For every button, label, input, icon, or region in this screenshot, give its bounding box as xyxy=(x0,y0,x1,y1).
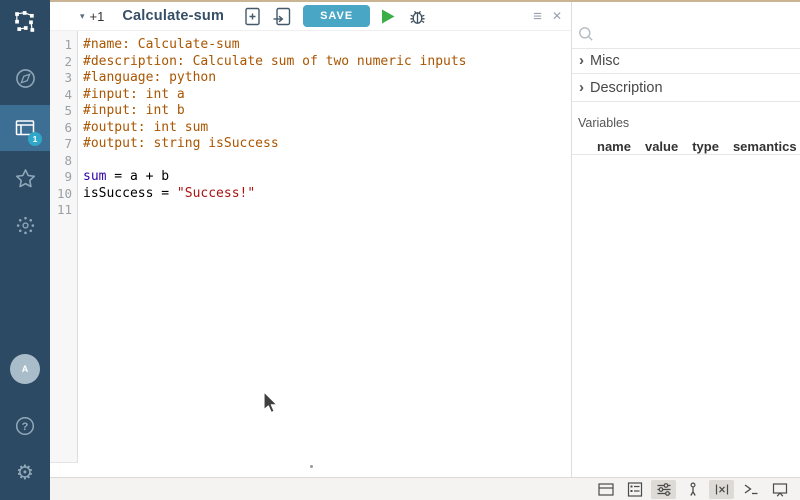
editor-toolbar: ▾ +1 Calculate-sum xyxy=(50,2,571,31)
line-number: 10 xyxy=(50,186,77,203)
line-number: 2 xyxy=(50,54,77,71)
person-button[interactable] xyxy=(680,480,705,499)
workspace-count-badge: 1 xyxy=(28,132,42,146)
sidebar-item-favorites[interactable] xyxy=(0,158,50,198)
code-line[interactable]: #input: int a xyxy=(83,87,467,104)
chevron-right-icon xyxy=(579,52,590,70)
code-line[interactable]: sum = a + b xyxy=(83,169,467,186)
code-line[interactable]: #name: Calculate-sum xyxy=(83,37,467,54)
properties-form-button[interactable] xyxy=(622,480,647,499)
console-icon xyxy=(743,482,759,497)
sidebar-item-workspace[interactable]: 1 xyxy=(0,105,50,151)
play-icon xyxy=(380,8,396,25)
sidebar-help-button[interactable]: ? xyxy=(0,406,50,446)
tune-sliders-button[interactable] xyxy=(651,480,676,499)
section-misc[interactable]: Misc xyxy=(572,49,800,74)
line-number: 9 xyxy=(50,169,77,186)
script-title: Calculate-sum xyxy=(122,8,224,24)
app-logo[interactable] xyxy=(0,0,50,44)
code-line[interactable] xyxy=(83,202,467,219)
code-line[interactable]: #output: int sum xyxy=(83,120,467,137)
line-number: 11 xyxy=(50,202,77,219)
add-script-button[interactable] xyxy=(244,7,261,26)
section-description[interactable]: Description xyxy=(572,74,800,102)
line-number-gutter: 1234567891011 xyxy=(50,31,78,463)
app-window: 1 A ? xyxy=(0,0,800,500)
tabs-overflow-badge[interactable]: +1 xyxy=(90,9,105,24)
presentation-icon xyxy=(772,482,788,497)
section-description-label: Description xyxy=(590,80,663,96)
code-line[interactable]: #input: int b xyxy=(83,103,467,120)
sidebar-item-manage[interactable] xyxy=(0,205,50,245)
console-button[interactable] xyxy=(738,480,763,499)
run-script-button[interactable] xyxy=(380,8,396,25)
sidebar-settings-button[interactable]: ⚙ xyxy=(0,453,50,493)
presentation-button[interactable] xyxy=(767,480,792,499)
code-line[interactable]: #language: python xyxy=(83,70,467,87)
variables-label: Variables xyxy=(578,116,800,130)
code-line[interactable]: isSuccess = "Success!" xyxy=(83,186,467,203)
sidebar-item-browse[interactable] xyxy=(0,58,50,98)
variables-x-icon xyxy=(714,482,730,497)
main-area: ▾ +1 Calculate-sum xyxy=(50,0,800,500)
code-line[interactable] xyxy=(83,153,467,170)
compass-icon xyxy=(14,67,37,90)
context-panel: Misc Description Variables name value ty… xyxy=(571,2,800,477)
panel-menu-icon[interactable]: ≡ xyxy=(533,9,542,24)
variables-view-button[interactable] xyxy=(709,480,734,499)
svg-text:?: ? xyxy=(22,421,29,433)
line-number: 1 xyxy=(50,37,77,54)
search-input[interactable] xyxy=(600,27,800,42)
splitter-grip-icon[interactable] xyxy=(310,465,313,468)
datagrok-graph-logo-icon xyxy=(13,10,37,34)
code-line[interactable]: #description: Calculate sum of two numer… xyxy=(83,54,467,71)
save-button[interactable]: SAVE xyxy=(303,5,370,27)
tabs-dropdown-caret-icon[interactable]: ▾ xyxy=(80,11,85,22)
line-number: 7 xyxy=(50,136,77,153)
import-script-icon xyxy=(273,7,291,26)
import-script-button[interactable] xyxy=(273,7,291,26)
settings-gear-icon: ⚙ xyxy=(16,463,34,483)
debug-script-button[interactable] xyxy=(408,7,427,26)
code-content[interactable]: #name: Calculate-sum#description: Calcul… xyxy=(78,31,467,477)
panel-layout-button[interactable] xyxy=(593,480,618,499)
variables-table-header: name value type semantics xyxy=(572,139,800,154)
section-misc-label: Misc xyxy=(590,53,620,69)
col-value: value xyxy=(645,139,678,154)
line-number: 5 xyxy=(50,103,77,120)
line-number: 8 xyxy=(50,153,77,170)
properties-form-icon xyxy=(627,482,643,497)
chevron-right-icon xyxy=(579,79,590,97)
tune-sliders-icon xyxy=(656,482,672,497)
dotted-gear-icon xyxy=(15,215,36,236)
panel-layout-icon xyxy=(598,482,614,497)
variables-section: Variables name value type semantics xyxy=(572,102,800,155)
col-name: name xyxy=(597,139,631,154)
person-icon xyxy=(686,482,700,497)
left-sidebar: 1 A ? xyxy=(0,0,50,500)
bottom-toolbar xyxy=(50,477,800,500)
add-script-icon xyxy=(244,7,261,26)
line-number: 3 xyxy=(50,70,77,87)
col-semantics: semantics xyxy=(733,139,797,154)
search-icon xyxy=(578,26,594,42)
bug-icon xyxy=(408,7,427,26)
line-number: 4 xyxy=(50,87,77,104)
col-type: type xyxy=(692,139,719,154)
script-editor-panel: ▾ +1 Calculate-sum xyxy=(50,2,571,477)
star-icon xyxy=(14,167,37,190)
avatar-letter: A xyxy=(22,364,29,374)
user-avatar[interactable]: A xyxy=(10,354,40,384)
panel-close-icon[interactable]: ✕ xyxy=(552,10,562,22)
line-number: 6 xyxy=(50,120,77,137)
context-search-row xyxy=(572,2,800,49)
code-line[interactable]: #output: string isSuccess xyxy=(83,136,467,153)
code-editor[interactable]: 1234567891011 #name: Calculate-sum#descr… xyxy=(50,31,571,477)
help-icon: ? xyxy=(14,415,36,437)
